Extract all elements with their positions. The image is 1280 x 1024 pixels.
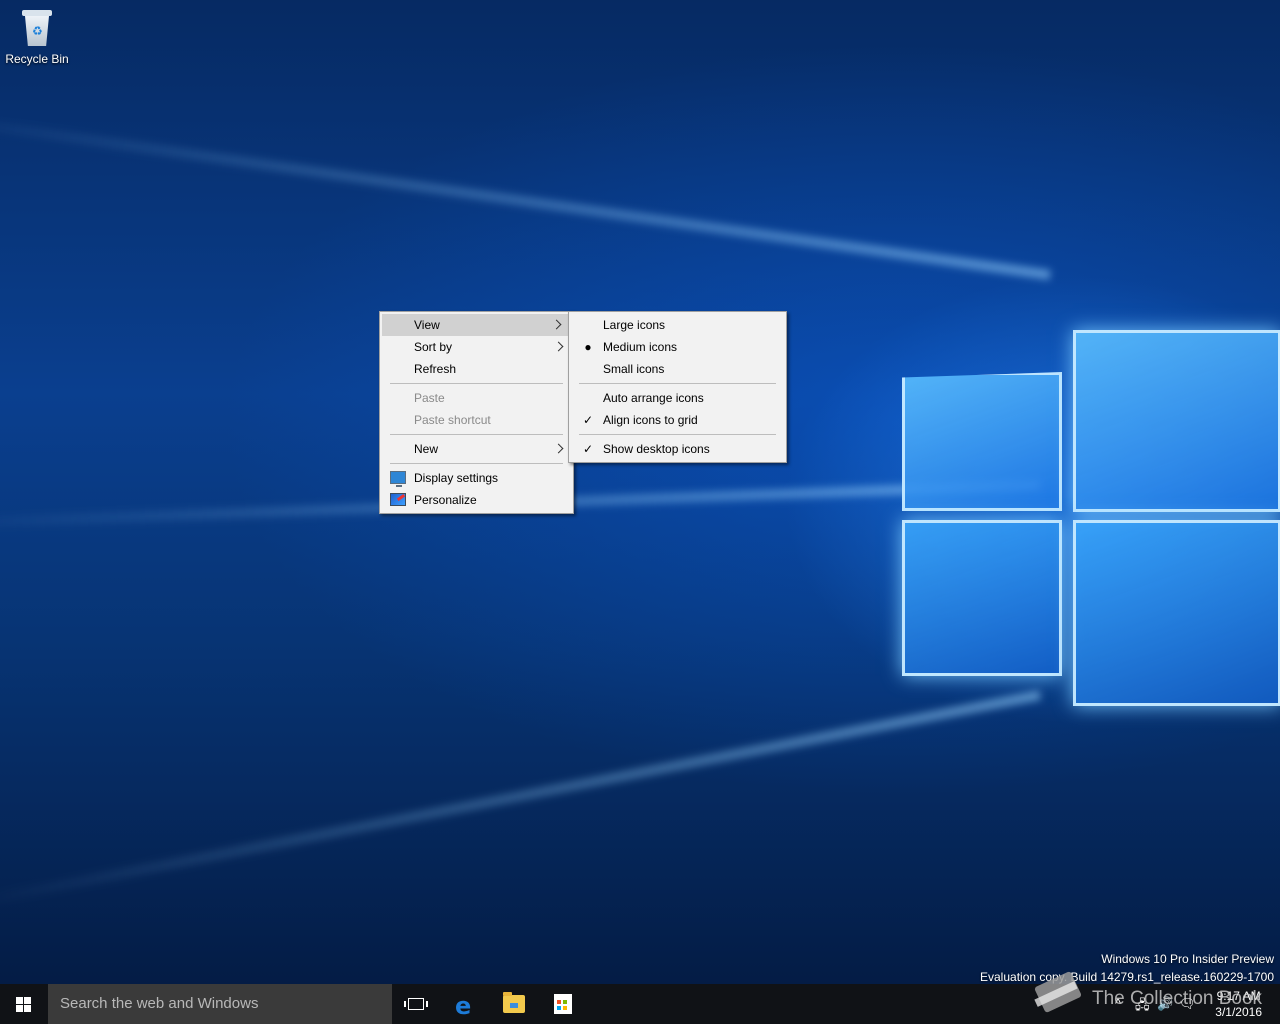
display-settings-icon — [390, 471, 406, 487]
windows-logo-icon — [16, 997, 32, 1012]
menu-item-large-icons[interactable]: Large icons — [569, 314, 786, 336]
personalize-icon — [390, 493, 406, 506]
menu-item-align-to-grid[interactable]: ✓ Align icons to grid — [569, 409, 786, 431]
menu-item-label: Large icons — [603, 318, 666, 332]
window-logo-pane — [902, 372, 1062, 511]
book-icon — [1030, 970, 1090, 1018]
view-submenu: Large icons ● Medium icons Small icons A… — [568, 311, 787, 463]
search-placeholder: Search the web and Windows — [60, 995, 259, 1012]
menu-separator — [390, 383, 563, 384]
recycle-bin-icon: ♻ — [20, 8, 54, 48]
collection-book-watermark: The Collection Book — [1092, 988, 1263, 1009]
menu-item-label: Align icons to grid — [603, 413, 698, 427]
menu-item-show-desktop-icons[interactable]: ✓ Show desktop icons — [569, 438, 786, 460]
window-logo-pane — [902, 520, 1062, 676]
window-logo-pane — [1073, 520, 1280, 706]
menu-item-label: Sort by — [414, 340, 453, 354]
light-beam — [0, 690, 1041, 910]
menu-item-personalize[interactable]: Personalize — [380, 489, 573, 511]
start-button[interactable] — [0, 984, 48, 1024]
menu-item-paste-shortcut[interactable]: Paste shortcut — [380, 409, 573, 431]
menu-item-label: View — [414, 318, 440, 332]
recycle-bin-label: Recycle Bin — [5, 52, 69, 66]
menu-item-display-settings[interactable]: Display settings — [380, 467, 573, 489]
light-beam — [0, 109, 1051, 280]
recycle-bin-desktop-icon[interactable]: ♻ Recycle Bin — [4, 8, 70, 66]
checkmark-icon: ✓ — [582, 413, 594, 427]
menu-item-label: Show desktop icons — [603, 442, 710, 456]
build-watermark: Windows 10 Pro Insider Preview Evaluatio… — [980, 950, 1274, 984]
store-icon — [554, 994, 572, 1014]
menu-item-label: Paste shortcut — [414, 413, 491, 427]
chevron-right-icon — [555, 336, 565, 358]
desktop-context-menu: View Sort by Refresh Paste Paste shortcu… — [379, 311, 574, 514]
menu-item-label: Personalize — [414, 493, 477, 507]
menu-item-label: Auto arrange icons — [603, 391, 704, 405]
file-explorer-icon — [503, 992, 525, 1013]
desktop-background[interactable]: ♻ Recycle Bin Windows 10 Pro Insider Pre… — [0, 0, 1280, 984]
window-logo-pane — [1073, 330, 1280, 512]
menu-item-refresh[interactable]: Refresh — [380, 358, 573, 380]
radio-bullet-icon: ● — [584, 340, 592, 354]
menu-item-label: Paste — [414, 391, 445, 405]
menu-item-sort-by[interactable]: Sort by — [380, 336, 573, 358]
search-input[interactable]: Search the web and Windows — [48, 984, 392, 1024]
task-view-icon — [404, 998, 428, 1010]
file-explorer-button[interactable] — [491, 984, 539, 1024]
menu-item-small-icons[interactable]: Small icons — [569, 358, 786, 380]
chevron-right-icon — [555, 438, 565, 460]
menu-item-medium-icons[interactable]: ● Medium icons — [569, 336, 786, 358]
edge-icon: e — [455, 992, 472, 1020]
menu-item-paste[interactable]: Paste — [380, 387, 573, 409]
menu-item-label: Display settings — [414, 471, 499, 485]
menu-separator — [579, 434, 776, 435]
menu-item-label: Refresh — [414, 362, 457, 376]
chevron-right-icon — [553, 314, 563, 336]
menu-separator — [390, 434, 563, 435]
edition-text: Windows 10 Pro Insider Preview — [1101, 952, 1274, 966]
edge-button[interactable]: e — [442, 984, 490, 1024]
menu-item-label: Medium icons — [603, 340, 678, 354]
menu-separator — [579, 383, 776, 384]
menu-separator — [390, 463, 563, 464]
menu-item-auto-arrange[interactable]: Auto arrange icons — [569, 387, 786, 409]
menu-item-label: New — [414, 442, 439, 456]
task-view-button[interactable] — [392, 984, 440, 1024]
menu-item-view[interactable]: View — [382, 314, 571, 336]
build-text: Evaluation copy. Build 14279.rs1_release… — [980, 970, 1274, 984]
menu-item-new[interactable]: New — [380, 438, 573, 460]
menu-item-label: Small icons — [603, 362, 665, 376]
store-button[interactable] — [540, 984, 588, 1024]
checkmark-icon: ✓ — [582, 442, 594, 456]
